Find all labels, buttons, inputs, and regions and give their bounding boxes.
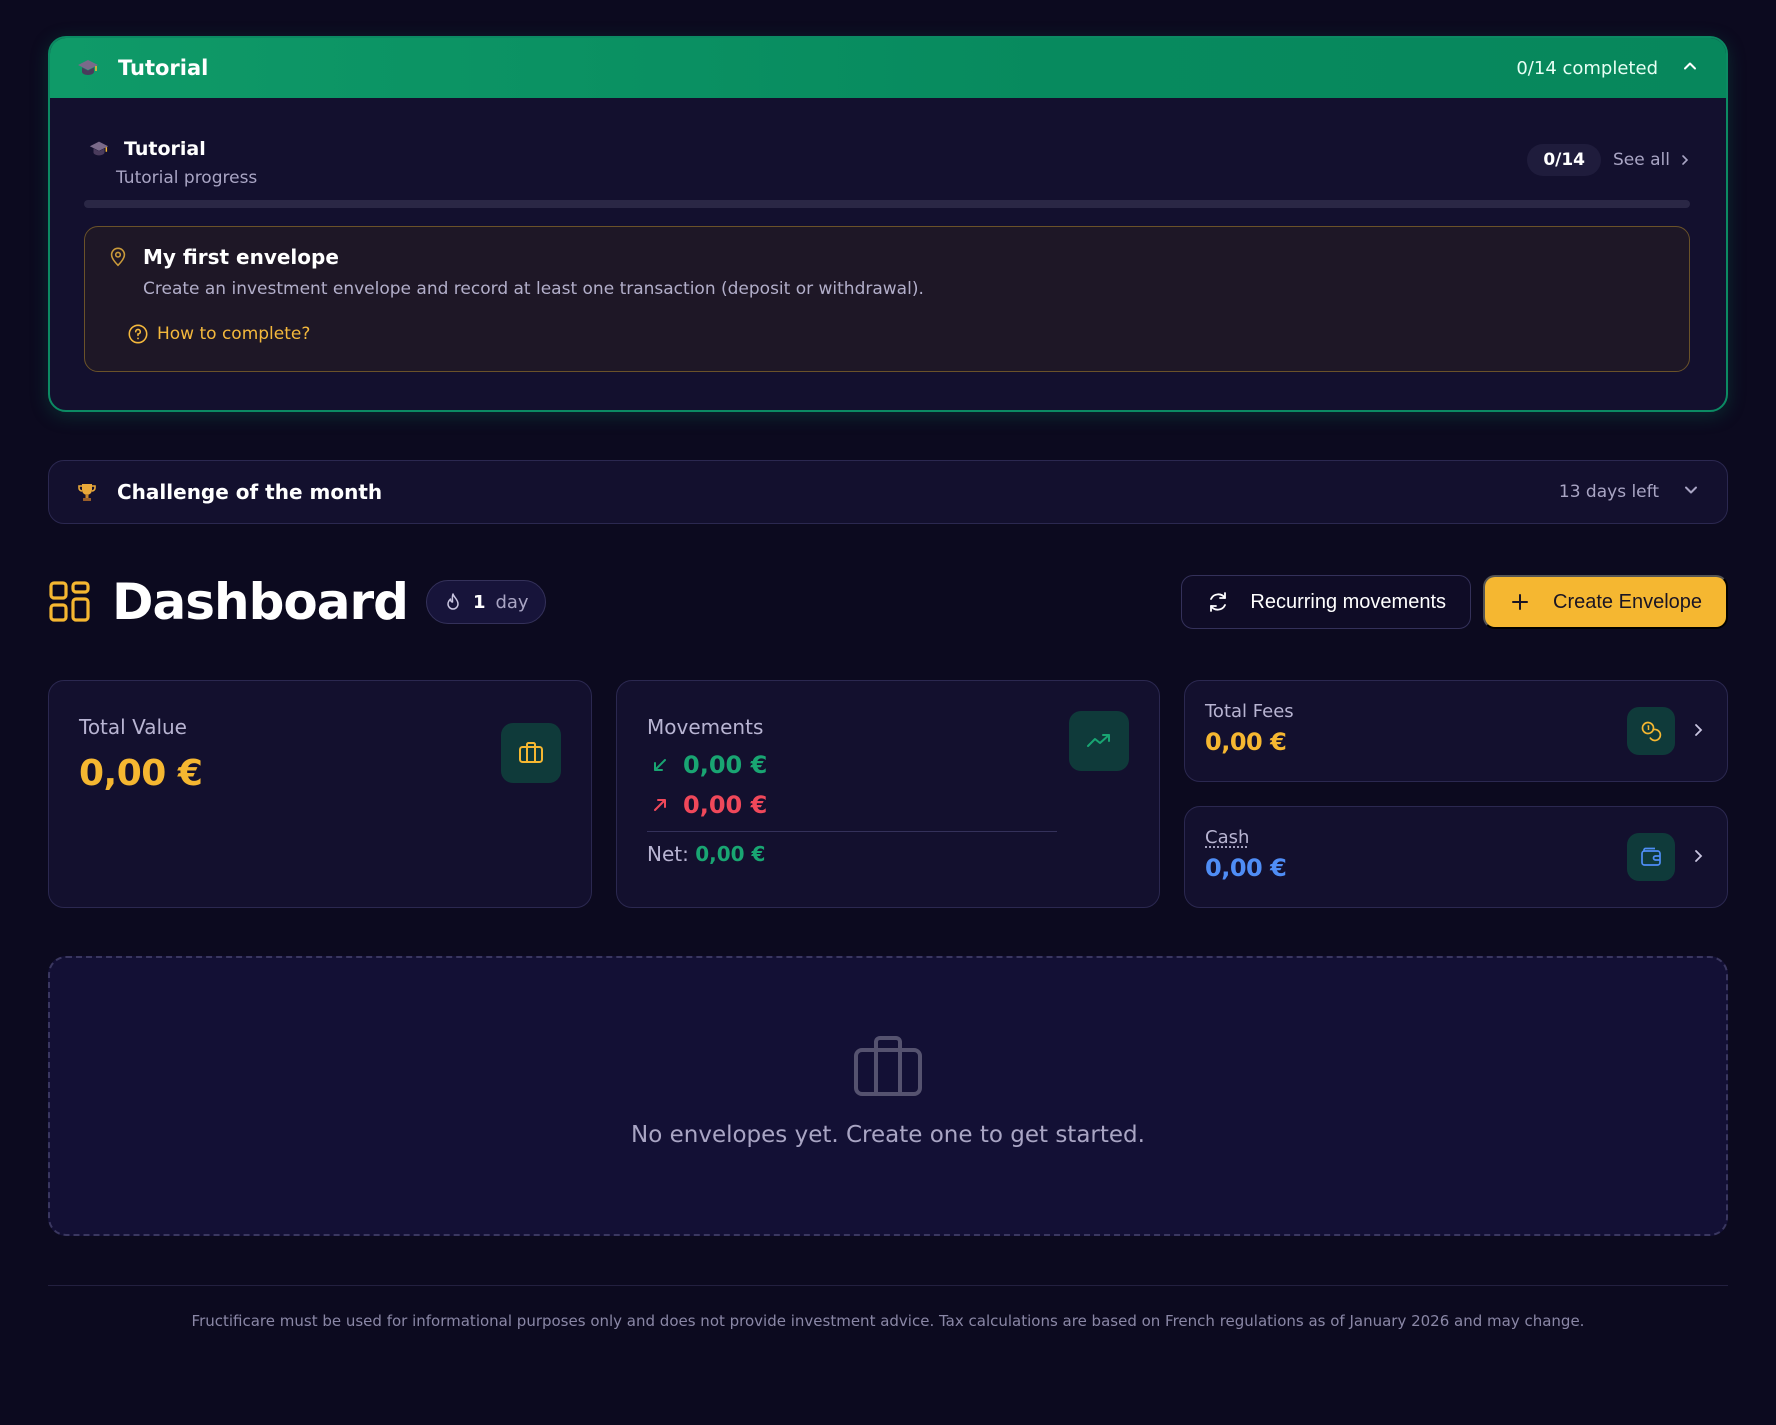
streak-badge: 1 day [425,580,546,624]
coins-icon-box [1627,707,1675,755]
question-circle-icon [128,324,148,344]
arrow-up-right-icon [654,799,666,811]
trending-icon-box [1069,711,1129,771]
how-to-complete-label: How to complete? [157,324,311,344]
see-all-label: See all [1613,150,1670,170]
page: Tutorial 0/14 completed Tutorial Tutoria… [0,0,1776,1425]
tutorial-completed-count: 0/14 completed [1516,57,1658,79]
grid-icon [49,581,90,622]
trophy-icon [75,480,99,504]
total-value-card: Total Value 0,00 € [48,680,592,908]
total-value-amount: 0,00 € [79,753,203,794]
movements-label: Movements [647,715,764,739]
page-title: Dashboard [112,573,409,631]
tutorial-summary-row: Tutorial Tutorial progress 0/14 See all [84,138,1692,188]
envelopes-empty-state: No envelopes yet. Create one to get star… [48,956,1728,1236]
cash-card[interactable]: Cash 0,00 € [1184,806,1728,908]
wallet-icon [1641,847,1661,866]
create-envelope-button[interactable]: Create Envelope [1483,575,1728,629]
footer-disclaimer: Fructificare must be used for informatio… [191,1312,1585,1330]
empty-state-message: No envelopes yet. Create one to get star… [631,1122,1145,1148]
movements-outgoing: 0,00 € [683,791,768,819]
arrow-down-left-icon [654,759,666,771]
chevron-right-icon [1682,155,1689,165]
map-pin-icon [110,247,126,267]
net-value: 0,00 € [695,842,766,866]
movements-incoming: 0,00 € [683,751,768,779]
see-all-link[interactable]: See all [1613,150,1692,170]
chevron-right-icon[interactable] [1689,847,1707,865]
tutorial-header-title: Tutorial [118,56,209,80]
chevron-down-icon[interactable] [1681,480,1701,504]
step-description: Create an investment envelope and record… [143,279,924,299]
total-value-label: Total Value [79,715,187,739]
tutorial-panel: Tutorial 0/14 completed Tutorial Tutoria… [48,36,1728,412]
trending-up-icon [1087,734,1110,747]
divider [647,831,1057,832]
challenge-title: Challenge of the month [117,480,383,504]
flame-icon [447,593,459,610]
briefcase-icon [854,1036,922,1096]
recurring-movements-button[interactable]: Recurring movements [1181,575,1472,629]
chevron-right-icon[interactable] [1689,721,1707,739]
graduation-cap-icon [88,138,110,160]
net-label: Net: [647,842,689,866]
refresh-icon [1210,592,1227,612]
streak-count: 1 [472,591,486,613]
chevron-up-icon[interactable] [1680,56,1700,80]
briefcase-icon [519,742,543,763]
dashboard-header: Dashboard 1 day Recurring movements Crea… [48,572,1728,632]
footer-divider [48,1285,1728,1286]
briefcase-icon-box [501,723,561,783]
movements-net: Net: 0,00 € [647,842,1129,866]
how-to-complete-link[interactable]: How to complete? [128,323,1667,345]
total-fees-card[interactable]: Total Fees 0,00 € [1184,680,1728,782]
coins-icon [1641,721,1662,742]
tutorial-count-badge: 0/14 [1527,144,1602,176]
tutorial-header[interactable]: Tutorial 0/14 completed [50,38,1726,98]
challenge-panel[interactable]: Challenge of the month 13 days left [48,460,1728,524]
graduation-cap-icon [76,56,100,80]
challenge-days-left: 13 days left [1558,482,1659,502]
tutorial-subtitle: Tutorial progress [116,168,258,188]
tutorial-progress-bar [84,200,1690,208]
step-title: My first envelope [143,245,339,269]
plus-icon [1512,594,1529,610]
wallet-icon-box [1627,833,1675,881]
streak-unit: day [495,591,529,613]
tutorial-title: Tutorial [124,138,206,160]
recurring-movements-label: Recurring movements [1250,590,1447,613]
create-envelope-label: Create Envelope [1553,590,1702,613]
movements-card: Movements 0,00 € 0,00 € Net: 0,00 € [616,680,1160,908]
tutorial-step-card[interactable]: My first envelope Create an investment e… [84,226,1690,372]
